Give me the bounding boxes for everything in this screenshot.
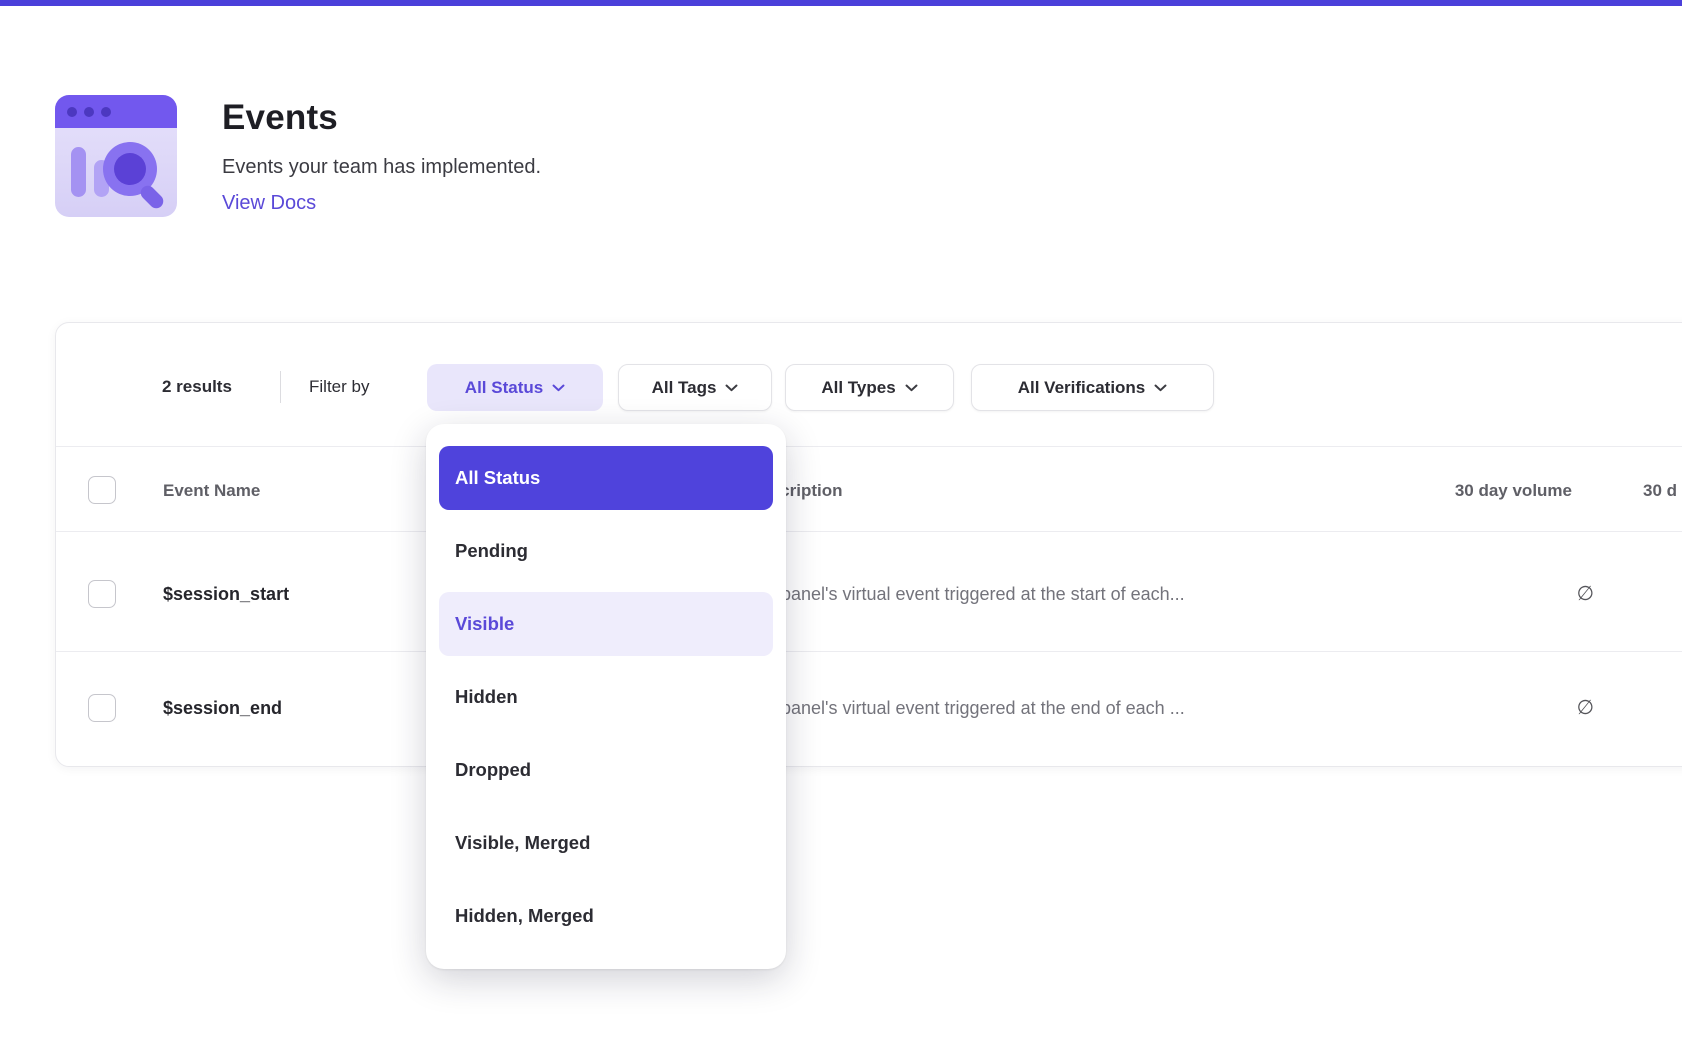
status-option-pending[interactable]: Pending: [439, 519, 773, 583]
status-option-hidden[interactable]: Hidden: [439, 665, 773, 729]
status-option-visible-merged[interactable]: Visible, Merged: [439, 811, 773, 875]
filter-chip-verifications-label: All Verifications: [1018, 378, 1146, 398]
event-volume-session-end: ∅: [1356, 695, 1594, 720]
status-filter-dropdown-menu: All Status Pending Visible Hidden Droppe…: [426, 424, 786, 969]
filter-divider: [280, 371, 281, 403]
row-checkbox-session-start[interactable]: [88, 580, 116, 608]
page-subtitle: Events your team has implemented.: [222, 156, 541, 179]
select-all-checkbox[interactable]: [88, 476, 116, 504]
table-header-top-border: [56, 446, 1682, 447]
status-option-hidden-merged[interactable]: Hidden, Merged: [439, 884, 773, 948]
chevron-down-icon: [905, 384, 918, 392]
view-docs-link[interactable]: View Docs: [222, 192, 316, 215]
filter-chip-types[interactable]: All Types: [785, 364, 954, 411]
row-divider: [56, 531, 1682, 532]
event-description-session-end: panel's virtual event triggered at the e…: [781, 698, 1185, 719]
filter-chip-tags[interactable]: All Tags: [618, 364, 772, 411]
event-name-session-start[interactable]: $session_start: [163, 584, 289, 605]
events-table-card: 2 results Filter by All Status All Tags …: [55, 322, 1682, 767]
filter-chip-status[interactable]: All Status: [427, 364, 603, 411]
events-app-icon: [55, 95, 177, 217]
event-name-session-end[interactable]: $session_end: [163, 698, 282, 719]
status-option-all-status[interactable]: All Status: [439, 446, 773, 510]
browser-chart-search-icon: [55, 95, 177, 217]
event-volume-session-start: ∅: [1356, 581, 1594, 606]
row-divider: [56, 651, 1682, 652]
chevron-down-icon: [1154, 384, 1167, 392]
chevron-down-icon: [552, 384, 565, 392]
filter-chip-types-label: All Types: [821, 378, 895, 398]
brand-top-bar: [0, 0, 1682, 6]
results-count: 2 results: [162, 377, 232, 397]
column-header-event-name[interactable]: Event Name: [163, 481, 260, 501]
filter-chip-status-label: All Status: [465, 378, 543, 398]
row-checkbox-session-end[interactable]: [88, 694, 116, 722]
chevron-down-icon: [725, 384, 738, 392]
column-header-clipped[interactable]: 30 d: [1643, 481, 1677, 501]
status-option-visible[interactable]: Visible: [439, 592, 773, 656]
filter-chip-verifications[interactable]: All Verifications: [971, 364, 1214, 411]
status-option-dropped[interactable]: Dropped: [439, 738, 773, 802]
column-header-30-day-volume[interactable]: 30 day volume: [1356, 481, 1572, 501]
filter-by-label: Filter by: [309, 377, 369, 397]
page-title: Events: [222, 98, 338, 138]
event-description-session-start: panel's virtual event triggered at the s…: [781, 584, 1185, 605]
filter-chip-tags-label: All Tags: [652, 378, 717, 398]
